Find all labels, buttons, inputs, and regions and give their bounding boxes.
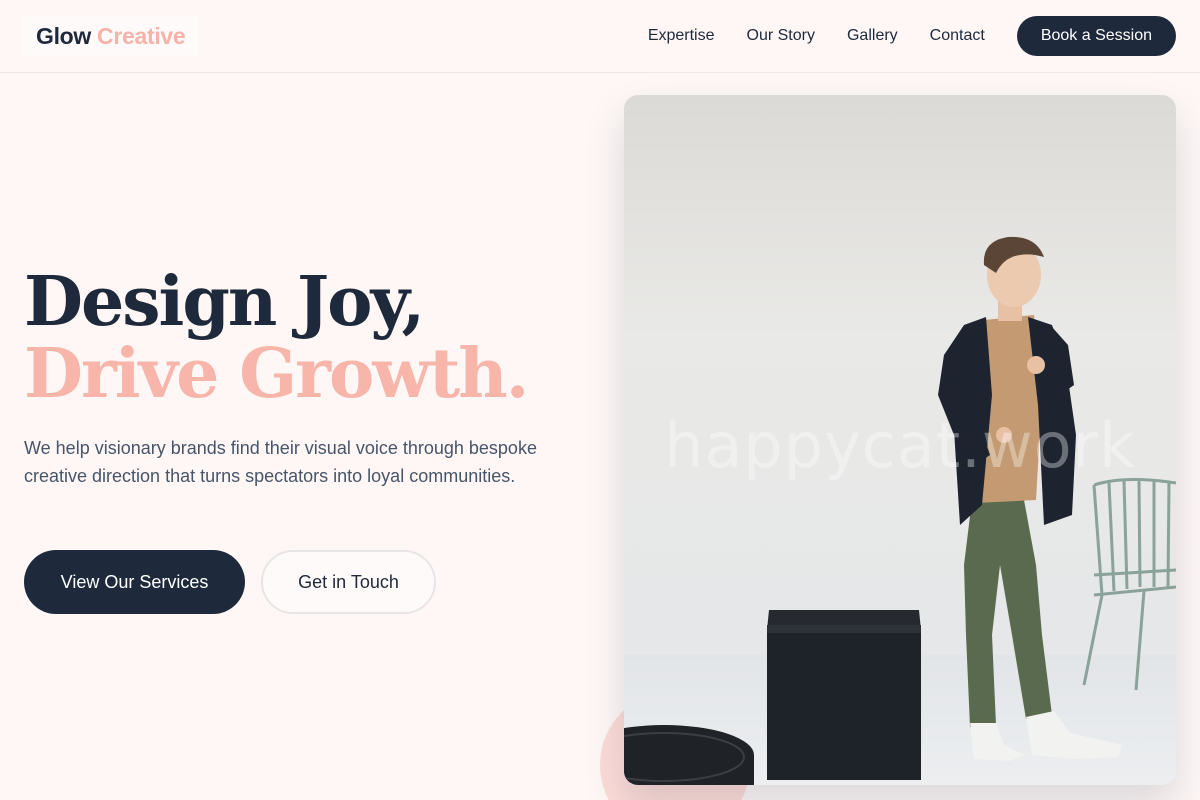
hero-title: Design Joy, Drive Growth. [24,262,529,414]
brand-name-accent: Creative [97,22,186,49]
nav-link-our-story[interactable]: Our Story [747,27,815,45]
book-session-button[interactable]: Book a Session [1016,16,1176,56]
brand-name-main: Glow [36,22,92,49]
site-header: Glow Creative Expertise Our Story Galler… [0,0,1200,73]
hero-title-line1: Design Joy, [24,262,425,342]
nav-link-gallery[interactable]: Gallery [847,27,898,45]
black-box-shape [767,610,921,780]
hero-image: happycat.work [624,95,1176,785]
main-nav: Expertise Our Story Gallery Contact Book… [648,0,1176,72]
hero-title-line2: Drive Growth. [24,334,529,414]
brand-logo[interactable]: Glow Creative [22,16,200,56]
nav-link-contact[interactable]: Contact [930,27,985,45]
get-in-touch-button[interactable]: Get in Touch [261,550,436,614]
image-watermark: happycat.work [664,409,1136,482]
nav-link-expertise[interactable]: Expertise [648,27,715,45]
hero-description: We help visionary brands find their visu… [24,438,537,486]
view-services-button[interactable]: View Our Services [24,550,245,614]
